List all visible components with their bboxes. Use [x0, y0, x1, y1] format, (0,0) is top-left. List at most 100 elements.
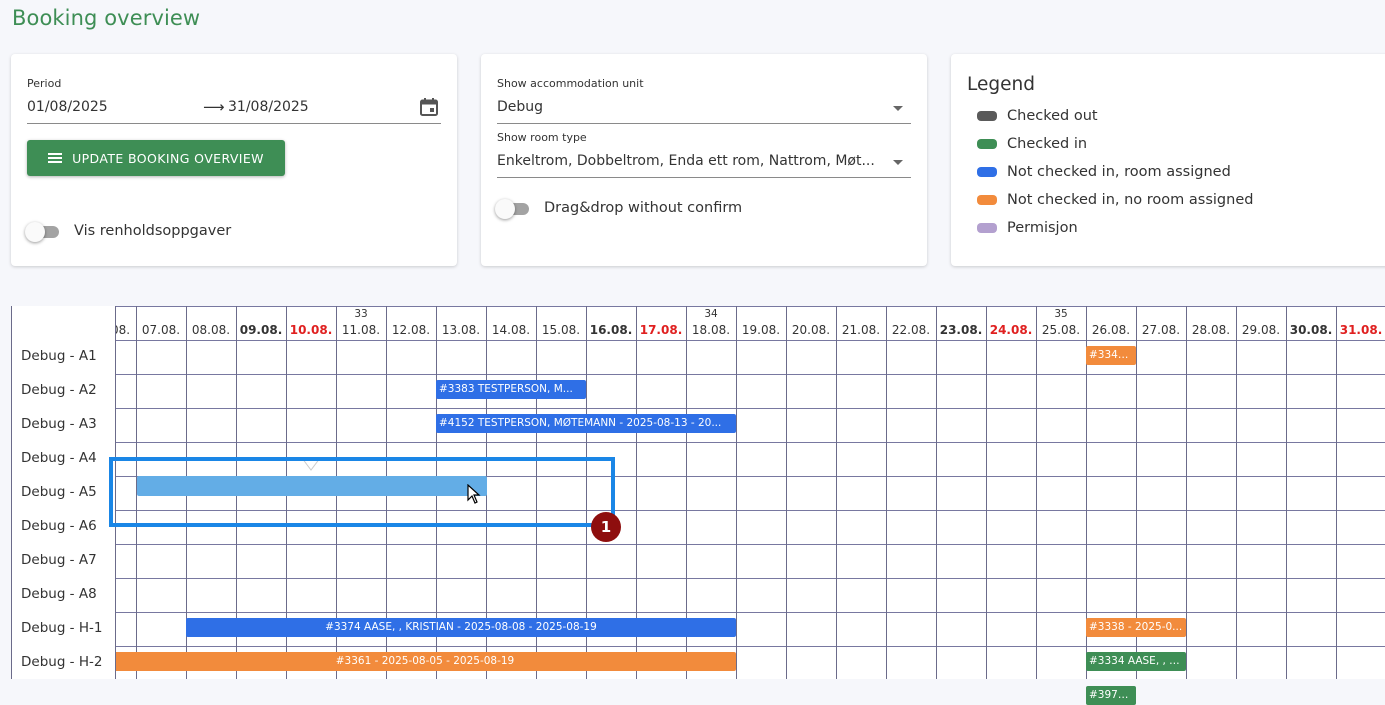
chevron-down-icon[interactable] [893, 160, 903, 165]
booking-bar[interactable]: #3338 - 2025-0... [1086, 618, 1186, 637]
room-label: Debug - A5 [21, 484, 97, 500]
day-header: 26.08. [1091, 323, 1131, 337]
day-header: 14.08. [491, 323, 531, 337]
legend-item: Checked out [977, 106, 1098, 126]
accommodation-label: Show accommodation unit [497, 77, 644, 90]
cleaning-tasks-label: Vis renholdsoppgaver [74, 223, 232, 239]
grid-column-line [1336, 306, 1337, 679]
grid-row-line [11, 646, 1385, 647]
week-number: 35 [1054, 308, 1068, 320]
units-card: Show accommodation unit Debug Show room … [481, 54, 927, 266]
room-label: Debug - A1 [21, 348, 97, 364]
booking-bar[interactable]: #3344 ... [1086, 346, 1136, 365]
booking-bar[interactable]: #3383 TESTPERSON, M... [436, 380, 586, 399]
highlight-box [109, 457, 615, 527]
grid-column-line [1036, 306, 1037, 679]
annotation-badge: 1 [591, 512, 621, 542]
booking-bar[interactable]: #3374 AASE, , KRISTIAN - 2025-08-08 - 20… [186, 618, 736, 637]
day-header: 18.08. [691, 323, 731, 337]
grid-column-line [936, 306, 937, 679]
room-label: Debug - A2 [21, 382, 97, 398]
week-number: 34 [704, 308, 718, 320]
legend-label: Not checked in, room assigned [1007, 164, 1231, 180]
grid-row-line [11, 442, 1385, 443]
grid-column-line [886, 306, 887, 679]
grid-column-line [736, 306, 737, 679]
room-column: Debug - A1 Debug - A2 Debug - A3 Debug - A4… [11, 306, 116, 679]
legend-card: Legend Checked out Checked in Not checked … [951, 54, 1385, 266]
chevron-down-icon[interactable] [893, 106, 903, 111]
page-title: Booking overview [12, 6, 201, 30]
calendar-icon[interactable] [419, 97, 439, 117]
day-header: 29.08. [1241, 323, 1281, 337]
grid-row-line [11, 408, 1385, 409]
room-label: Debug - A6 [21, 518, 97, 534]
legend-swatch [977, 111, 997, 121]
period-from-input[interactable]: 01/08/2025 [27, 99, 108, 115]
day-header: 10.08. [289, 323, 333, 337]
room-type-label: Show room type [497, 131, 587, 144]
grid-row-line [11, 612, 1385, 613]
day-header: 30.08. [1289, 323, 1333, 337]
update-booking-overview-button[interactable]: UPDATE BOOKING OVERVIEW [27, 140, 285, 176]
day-header: 11.08. [341, 323, 381, 337]
period-arrow-icon: ⟶ [203, 98, 225, 116]
period-to-input[interactable]: 31/08/2025 [228, 99, 309, 115]
legend-swatch [977, 139, 997, 149]
grid-row-line [11, 544, 1385, 545]
day-header: 31.08. [1339, 323, 1383, 337]
day-header: 19.08. [741, 323, 781, 337]
day-header: 28.08. [1191, 323, 1231, 337]
room-label: Debug - H-1 [21, 620, 103, 636]
legend-title: Legend [967, 74, 1035, 95]
grid-column-line [986, 306, 987, 679]
legend-label: Not checked in, no room assigned [1007, 192, 1254, 208]
legend-label: Checked out [1007, 108, 1098, 124]
dragdrop-label: Drag&drop without confirm [544, 200, 743, 216]
day-header: 09.08. [239, 323, 283, 337]
day-header: 21.08. [841, 323, 881, 337]
room-type-select[interactable]: Enkeltrom, Dobbeltrom, Enda ett rom, Nat… [497, 153, 887, 169]
day-header: 17.08. [639, 323, 683, 337]
day-header: 20.08. [791, 323, 831, 337]
grid-row-line [11, 340, 1385, 341]
grid-column-line [1236, 306, 1237, 679]
update-button-label: UPDATE BOOKING OVERVIEW [72, 150, 264, 166]
room-label: Debug - A7 [21, 552, 97, 568]
legend-swatch [977, 223, 997, 233]
dragdrop-toggle[interactable] [495, 199, 531, 219]
room-label: Debug - H-2 [21, 654, 103, 670]
period-label: Period [27, 77, 62, 90]
legend-item: Checked in [977, 134, 1087, 154]
grid-row-line [11, 306, 1385, 307]
legend-swatch [977, 167, 997, 177]
grid-column-line [786, 306, 787, 679]
legend-item: Not checked in, room assigned [977, 162, 1231, 182]
booking-bar[interactable]: #3972 ... [1086, 686, 1136, 705]
day-header: 23.08. [939, 323, 983, 337]
day-header: 07.08. [141, 323, 181, 337]
legend-item: Permisjon [977, 218, 1078, 238]
legend-label: Checked in [1007, 136, 1088, 152]
period-card: Period 01/08/2025 ⟶ 31/08/2025 UPDATE BO… [11, 54, 457, 266]
week-number: 33 [354, 308, 368, 320]
day-header: 15.08. [541, 323, 581, 337]
day-header: 24.08. [989, 323, 1033, 337]
day-header: 27.08. [1141, 323, 1181, 337]
booking-bar[interactable]: #3334 AASE, , K... [1086, 652, 1186, 671]
booking-bar[interactable]: #4152 TESTPERSON, MØTEMANN - 2025-08-13 … [436, 414, 736, 433]
accommodation-underline [497, 123, 911, 124]
day-header: 13.08. [441, 323, 481, 337]
booking-bar[interactable]: #3361 - 2025-08-05 - 2025-08-19 [114, 652, 736, 671]
cleaning-tasks-toggle[interactable] [25, 222, 61, 242]
grid-column-line [1186, 306, 1187, 679]
grid-row-line [11, 374, 1385, 375]
accommodation-select[interactable]: Debug [497, 99, 543, 115]
day-header: 16.08. [589, 323, 633, 337]
booking-calendar: 06.08.07.08.08.08.09.08.10.08.11.08.3312… [11, 306, 1385, 705]
day-header: 08.08. [191, 323, 231, 337]
grid-row-line [11, 578, 1385, 579]
list-icon [48, 153, 63, 163]
room-type-underline [497, 177, 911, 178]
room-label: Debug - A3 [21, 416, 97, 432]
